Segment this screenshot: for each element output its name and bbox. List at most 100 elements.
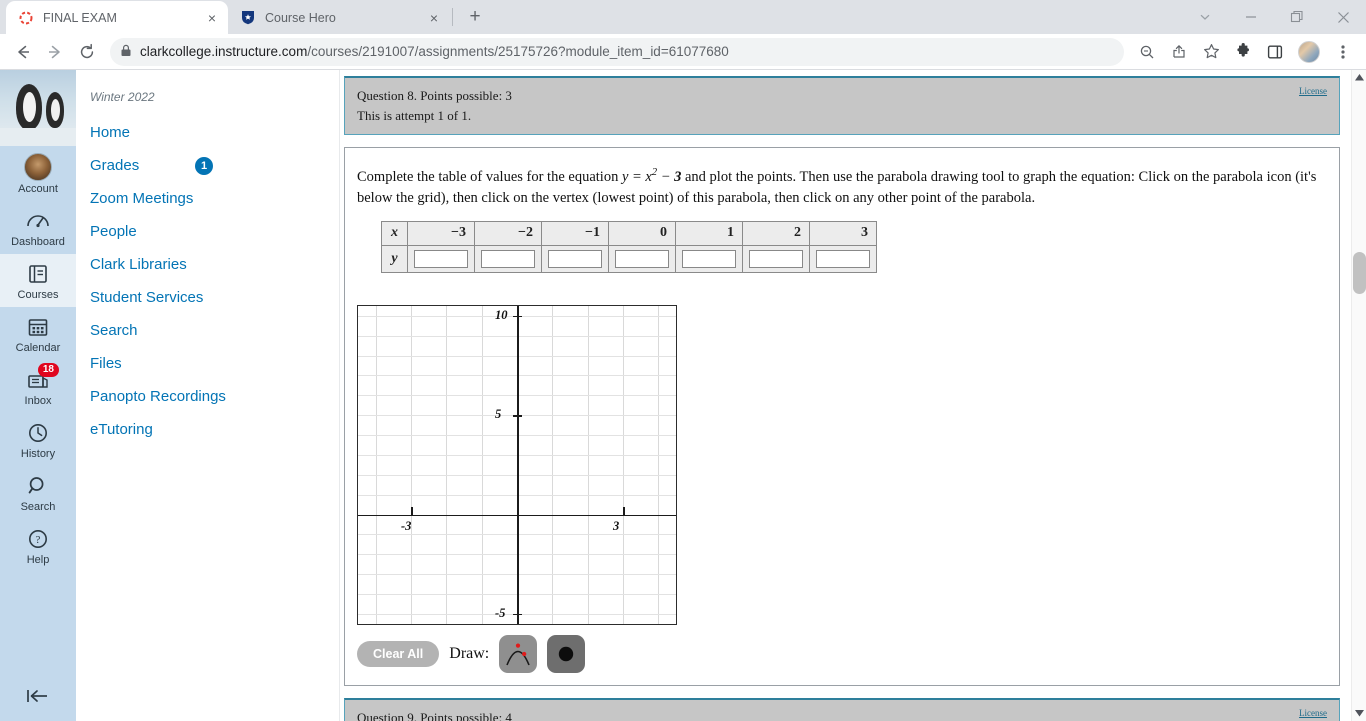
sidebar-item-clark-libraries[interactable]: Clark Libraries [76, 248, 339, 281]
sidebar-item-label: Account [18, 183, 58, 195]
scroll-down-arrow[interactable] [1352, 706, 1366, 721]
inbox-icon: 18 [25, 363, 59, 393]
nav-label: Clark Libraries [90, 256, 187, 273]
question-8-attempt: This is attempt 1 of 1. [357, 108, 472, 123]
back-icon[interactable] [8, 37, 38, 67]
sidebar-item-panopto-recordings[interactable]: Panopto Recordings [76, 380, 339, 413]
sidebar-item-help[interactable]: ? Help [0, 519, 76, 572]
parabola-tool-button[interactable] [499, 634, 538, 673]
y-input-0[interactable] [414, 249, 468, 268]
browser-tab-course-hero[interactable]: Course Hero × [228, 1, 450, 34]
scroll-up-arrow[interactable] [1352, 70, 1366, 85]
point-tool-button[interactable] [547, 634, 586, 673]
loading-spinner-icon [18, 10, 34, 26]
sidebar-item-home[interactable]: Home [76, 116, 339, 149]
sidebar-item-search[interactable]: Search [0, 466, 76, 519]
sidebar-item-zoom-meetings[interactable]: Zoom Meetings [76, 182, 339, 215]
canvas-global-nav: Account Dashboard Courses Calendar 18 In… [0, 70, 76, 721]
y-input-1[interactable] [481, 249, 535, 268]
draw-label: Draw: [449, 644, 490, 662]
sidebar-item-label: Courses [17, 289, 59, 301]
question-9-header: Question 9. Points possible: 4 This is a… [344, 697, 1340, 721]
sidebar-item-label: History [20, 448, 56, 460]
zoom-out-icon[interactable] [1132, 37, 1162, 67]
question-9-points: Question 9. Points possible: 4 [357, 709, 512, 721]
nav-label: Panopto Recordings [90, 388, 226, 405]
x-value-cell: 1 [675, 220, 743, 246]
bookmark-star-icon[interactable] [1196, 37, 1226, 67]
assignment-content: Question 8. Points possible: 3 This is a… [340, 70, 1366, 721]
graph-section: -3 3 -5 5 10 Clear All Draw: [357, 304, 1327, 673]
nav-label: Home [90, 124, 131, 141]
question-8-points: Question 8. Points possible: 3 [357, 88, 512, 103]
y-input-5[interactable] [749, 249, 803, 268]
minimize-icon[interactable] [1228, 0, 1274, 34]
page-scrollbar[interactable] [1351, 70, 1366, 721]
grid-line-vertical [658, 305, 660, 624]
tab-title: FINAL EXAM [43, 10, 117, 25]
sidebar-item-history[interactable]: History [0, 413, 76, 466]
browser-tabstrip: FINAL EXAM × Course Hero × + [0, 0, 1366, 34]
sidebar-item-courses[interactable]: Courses [0, 254, 76, 307]
new-tab-button[interactable]: + [461, 3, 489, 31]
inbox-badge: 18 [37, 363, 59, 377]
sidebar-item-search[interactable]: Search [76, 314, 339, 347]
y-input-3[interactable] [615, 249, 669, 268]
scrollbar-thumb[interactable] [1353, 252, 1366, 294]
dashboard-icon [25, 208, 51, 234]
x-value-cell: 2 [742, 220, 810, 246]
sidebar-item-people[interactable]: People [76, 215, 339, 248]
course-term-label: Winter 2022 [90, 90, 155, 104]
point-dot-icon [559, 646, 574, 662]
forward-icon[interactable] [40, 37, 70, 67]
sidebar-item-calendar[interactable]: Calendar [0, 307, 76, 360]
y-axis-tick-label: -5 [495, 605, 506, 620]
clear-all-button[interactable]: Clear All [357, 640, 440, 667]
magnifier-icon [25, 473, 51, 499]
maximize-icon[interactable] [1274, 0, 1320, 34]
row-label-x: x [381, 220, 408, 246]
x-value-cell: 3 [809, 220, 877, 246]
sidebar-item-etutoring[interactable]: eTutoring [76, 413, 339, 446]
course-hero-shield-icon [240, 10, 256, 26]
sidebar-item-student-services[interactable]: Student Services [76, 281, 339, 314]
page-body: Account Dashboard Courses Calendar 18 In… [0, 70, 1366, 721]
close-icon[interactable] [1320, 0, 1366, 34]
y-input-6[interactable] [816, 249, 870, 268]
chevron-down-icon[interactable] [1182, 0, 1228, 34]
reload-icon[interactable] [72, 37, 102, 67]
side-panel-icon[interactable] [1260, 37, 1290, 67]
browser-tab-final-exam[interactable]: FINAL EXAM × [6, 1, 228, 34]
sidebar-item-files[interactable]: Files [76, 347, 339, 380]
close-icon[interactable]: × [204, 10, 220, 26]
x-axis-tick [623, 506, 625, 516]
y-input-4[interactable] [682, 249, 736, 268]
share-icon[interactable] [1164, 37, 1194, 67]
profile-avatar[interactable] [1298, 40, 1320, 63]
y-axis-tick [513, 613, 522, 616]
sidebar-item-account[interactable]: Account [0, 146, 76, 201]
collapse-left-icon[interactable] [0, 687, 76, 705]
grid-line-vertical [375, 305, 377, 624]
sidebar-item-dashboard[interactable]: Dashboard [0, 201, 76, 254]
sidebar-item-grades[interactable]: Grades 1 [76, 149, 339, 182]
license-link[interactable]: License [1299, 708, 1327, 718]
lock-icon [120, 44, 132, 60]
address-bar[interactable]: clarkcollege.instructure.com/courses/219… [110, 37, 1124, 66]
coordinate-grid[interactable]: -3 3 -5 5 10 [357, 304, 677, 625]
close-icon[interactable]: × [426, 10, 442, 26]
drawing-tools: Clear All Draw: [357, 634, 1327, 673]
question-8-body: Complete the table of values for the equ… [344, 147, 1340, 686]
y-input-2[interactable] [548, 249, 602, 268]
y-axis-tick [513, 415, 522, 417]
user-avatar-icon [24, 153, 52, 181]
chrome-menu-icon[interactable] [1328, 37, 1358, 67]
y-axis [517, 305, 519, 624]
sidebar-item-inbox[interactable]: 18 Inbox [0, 360, 76, 413]
license-link[interactable]: License [1299, 86, 1327, 96]
grid-line-vertical [623, 305, 624, 624]
extensions-puzzle-icon[interactable] [1228, 37, 1258, 67]
tab-title: Course Hero [265, 10, 336, 25]
question-8-header: Question 8. Points possible: 3 This is a… [344, 76, 1340, 135]
grid-line-vertical [411, 305, 412, 624]
